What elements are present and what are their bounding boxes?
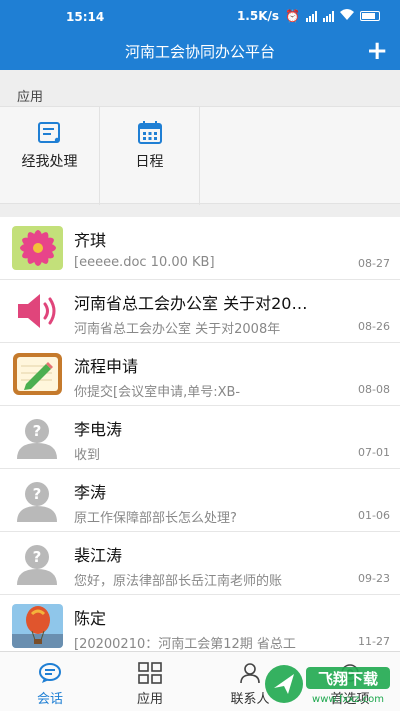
conversation-list: 齐琪 [eeeee.doc 10.00 KB] 08-27 河南省总工会办公室 …	[0, 217, 400, 651]
conversation-date: 09-23	[358, 572, 390, 585]
conversation-row[interactable]: ? 裴江涛 您好，原法律部部长岳江南老师的账 09-23	[0, 532, 400, 595]
watermark-logo: 飞翔下载 www.fxxz.com	[262, 662, 392, 706]
default-user-icon: ?	[12, 415, 63, 459]
conversation-preview: 原工作保障部部长怎么处理?	[74, 511, 237, 526]
tab-label: 应用	[136, 692, 163, 707]
wifi-icon	[340, 9, 354, 23]
signal-icon	[306, 10, 317, 22]
status-bar: 15:14 1.5K/s ⏰	[0, 0, 400, 34]
task-list-icon	[38, 122, 60, 143]
conversation-name: 齐琪	[74, 231, 107, 250]
conversation-date: 08-08	[358, 383, 390, 396]
status-indicators: 1.5K/s ⏰	[237, 9, 380, 23]
conversation-preview: 河南省总工会办公室 关于对2008年	[74, 322, 281, 337]
app-item-label: 经我处理	[21, 154, 78, 170]
tab-label: 会话	[36, 692, 63, 707]
conversation-date: 11-27	[358, 635, 390, 648]
alarm-icon: ⏰	[285, 9, 300, 23]
chat-bubble-icon	[39, 663, 61, 683]
conversation-preview: 您好，原法律部部长岳江南老师的账	[74, 574, 283, 589]
add-icon[interactable]: +	[366, 37, 388, 65]
status-time: 15:14	[66, 10, 105, 24]
tab-apps[interactable]: 应用	[100, 652, 200, 711]
flower-avatar	[12, 226, 63, 270]
balloon-avatar	[12, 604, 63, 648]
conversation-name: 裴江涛	[74, 546, 123, 565]
conversation-row[interactable]: 河南省总工会办公室 关于对20… 河南省总工会办公室 关于对2008年 08-2…	[0, 280, 400, 343]
conversation-name: 陈定	[74, 609, 107, 628]
conversation-row[interactable]: ? 李涛 原工作保障部部长怎么处理? 01-06	[0, 469, 400, 532]
grid-icon	[138, 662, 162, 684]
app-item-my-tasks[interactable]: 经我处理	[0, 107, 100, 205]
conversation-preview: [eeeee.doc 10.00 KB]	[74, 255, 215, 270]
calendar-icon	[138, 121, 162, 144]
tab-sessions[interactable]: 会话	[0, 652, 100, 711]
conversation-date: 08-26	[358, 320, 390, 333]
conversation-preview: [20200210：河南工会第12期 省总工	[74, 637, 296, 651]
default-user-icon: ?	[12, 541, 63, 585]
conversation-preview: 收到	[74, 448, 101, 463]
svg-text:?: ?	[33, 548, 42, 566]
conversation-date: 07-01	[358, 446, 390, 459]
battery-icon	[360, 11, 380, 21]
conversation-row[interactable]: 齐琪 [eeeee.doc 10.00 KB] 08-27	[0, 217, 400, 280]
conversation-row[interactable]: 流程申请 你提交[会议室申请,单号:XB- 08-08	[0, 343, 400, 406]
svg-text:?: ?	[33, 422, 42, 440]
default-user-icon: ?	[12, 478, 63, 522]
conversation-name: 河南省总工会办公室 关于对20…	[74, 294, 308, 313]
watermark-text: 飞翔下载	[318, 670, 378, 688]
conversation-name: 流程申请	[74, 357, 139, 376]
conversation-name: 李涛	[74, 483, 107, 502]
contacts-icon	[240, 663, 260, 684]
app-item-schedule[interactable]: 日程	[100, 107, 200, 205]
watermark-url: www.fxxz.com	[312, 694, 384, 705]
app-grid-empty	[200, 107, 400, 205]
signal-icon-2	[323, 10, 334, 22]
network-speed: 1.5K/s	[236, 9, 280, 23]
conversation-preview: 你提交[会议室申请,单号:XB-	[74, 385, 241, 400]
conversation-date: 08-27	[358, 257, 390, 270]
conversation-row[interactable]: ? 李电涛 收到 07-01	[0, 406, 400, 469]
app-header: 河南工会协同办公平台 +	[0, 34, 400, 70]
svg-text:?: ?	[33, 485, 42, 503]
app-item-label: 日程	[135, 154, 164, 170]
conversation-date: 01-06	[358, 509, 390, 522]
speaker-icon	[12, 289, 63, 333]
page-title: 河南工会协同办公平台	[124, 43, 275, 61]
conversation-name: 李电涛	[74, 420, 123, 439]
apps-section-label: 应用	[17, 90, 44, 105]
notepad-icon	[12, 352, 63, 396]
conversation-row[interactable]: 陈定 [20200210：河南工会第12期 省总工 11-27	[0, 595, 400, 651]
apps-grid: 经我处理 日程	[0, 106, 400, 205]
